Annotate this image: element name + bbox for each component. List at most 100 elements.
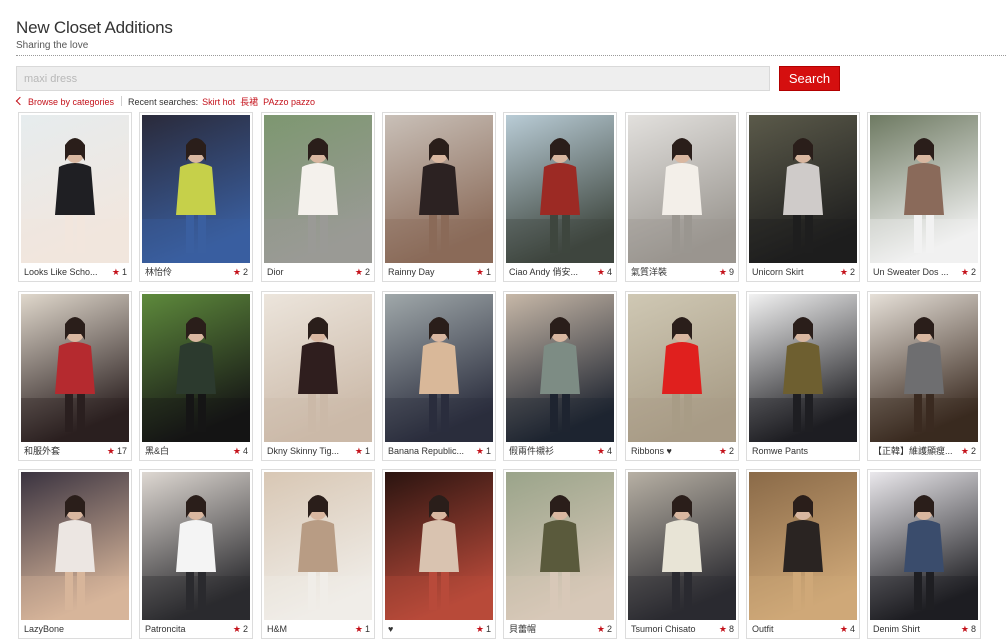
closet-item-card[interactable]: Dkny Skinny Tig... ★ 1 — [261, 291, 375, 461]
item-title[interactable]: 和服外套 — [24, 444, 104, 458]
item-star-count[interactable]: ★ 2 — [840, 265, 855, 279]
item-photo[interactable] — [142, 294, 250, 442]
item-star-count[interactable]: ★ 8 — [961, 622, 976, 636]
item-star-count[interactable]: ★ 17 — [107, 444, 127, 458]
item-title[interactable]: 氣質洋裝 — [631, 265, 711, 279]
item-star-count[interactable]: ★ 9 — [719, 265, 734, 279]
item-star-count[interactable]: ★ 1 — [476, 444, 491, 458]
item-title[interactable]: Un Sweater Dos ... — [873, 265, 953, 279]
item-star-count[interactable]: ★ 4 — [597, 265, 612, 279]
item-title[interactable]: 【正韓】維護顯瘦... — [873, 444, 953, 458]
item-star-count[interactable]: ★ 1 — [476, 265, 491, 279]
item-star-count[interactable]: ★ 2 — [597, 622, 612, 636]
closet-item-card[interactable]: Looks Like Scho... ★ 1 — [18, 112, 132, 282]
recent-search-link[interactable]: PAzzo pazzo — [263, 97, 315, 107]
item-photo[interactable] — [21, 115, 129, 263]
item-title[interactable]: Denim Shirt — [873, 622, 953, 636]
closet-item-card[interactable]: Banana Republic... ★ 1 — [382, 291, 496, 461]
item-photo[interactable] — [385, 294, 493, 442]
recent-search-link[interactable]: Skirt hot — [202, 97, 235, 107]
closet-item-card[interactable]: Unicorn Skirt ★ 2 — [746, 112, 860, 282]
item-photo[interactable] — [628, 115, 736, 263]
closet-item-card[interactable]: Tsumori Chisato ★ 8 — [625, 469, 739, 639]
item-title[interactable]: Ciao Andy 俏安... — [509, 265, 589, 279]
item-photo[interactable] — [385, 115, 493, 263]
item-title[interactable]: Romwe Pants — [752, 444, 832, 458]
item-star-count[interactable]: ★ 2 — [233, 265, 248, 279]
item-title[interactable]: 黑&白 — [145, 444, 225, 458]
closet-item-card[interactable]: Ciao Andy 俏安... ★ 4 — [503, 112, 617, 282]
item-title[interactable]: Banana Republic... — [388, 444, 468, 458]
closet-item-card[interactable]: Patroncita ★ 2 — [139, 469, 253, 639]
item-star-count[interactable]: ★ 4 — [233, 444, 248, 458]
item-photo[interactable] — [870, 294, 978, 442]
closet-item-card[interactable]: Rainny Day ★ 1 — [382, 112, 496, 282]
item-photo[interactable] — [264, 115, 372, 263]
item-photo[interactable] — [142, 115, 250, 263]
item-title[interactable]: Rainny Day — [388, 265, 468, 279]
closet-item-card[interactable]: Ribbons ♥ ★ 2 — [625, 291, 739, 461]
item-star-count[interactable]: ★ 2 — [961, 265, 976, 279]
closet-item-card[interactable]: Romwe Pants — [746, 291, 860, 461]
item-photo[interactable] — [385, 472, 493, 620]
item-title[interactable]: Patroncita — [145, 622, 225, 636]
item-title[interactable]: 假兩件襯衫 — [509, 444, 589, 458]
item-photo[interactable] — [506, 115, 614, 263]
item-title[interactable]: Outfit — [752, 622, 832, 636]
closet-item-card[interactable]: Denim Shirt ★ 8 — [867, 469, 981, 639]
item-photo[interactable] — [21, 472, 129, 620]
closet-item-card[interactable]: Outfit ★ 4 — [746, 469, 860, 639]
item-title[interactable]: 貝蕾帽 — [509, 622, 589, 636]
item-star-count[interactable]: ★ 4 — [840, 622, 855, 636]
item-photo[interactable] — [506, 472, 614, 620]
closet-item-card[interactable]: 貝蕾帽 ★ 2 — [503, 469, 617, 639]
item-star-count[interactable]: ★ 1 — [476, 622, 491, 636]
item-title[interactable]: ♥ — [388, 622, 468, 636]
closet-item-card[interactable]: 黑&白 ★ 4 — [139, 291, 253, 461]
search-input[interactable] — [16, 66, 770, 91]
closet-item-card[interactable]: Un Sweater Dos ... ★ 2 — [867, 112, 981, 282]
closet-item-card[interactable]: 假兩件襯衫 ★ 4 — [503, 291, 617, 461]
item-photo[interactable] — [870, 472, 978, 620]
item-photo[interactable] — [264, 472, 372, 620]
closet-item-card[interactable]: 林怡伶 ★ 2 — [139, 112, 253, 282]
browse-categories-link[interactable]: Browse by categories — [28, 97, 114, 107]
item-photo[interactable] — [870, 115, 978, 263]
item-photo[interactable] — [749, 115, 857, 263]
item-title[interactable]: H&M — [267, 622, 347, 636]
closet-item-card[interactable]: H&M ★ 1 — [261, 469, 375, 639]
closet-item-card[interactable]: 氣質洋裝 ★ 9 — [625, 112, 739, 282]
item-star-count[interactable]: ★ 2 — [719, 444, 734, 458]
recent-search-link[interactable]: 長裙 — [240, 97, 258, 107]
item-star-count[interactable]: ★ 2 — [233, 622, 248, 636]
item-title[interactable]: Ribbons ♥ — [631, 444, 711, 458]
item-star-count[interactable]: ★ 1 — [355, 444, 370, 458]
item-photo[interactable] — [264, 294, 372, 442]
item-star-count[interactable]: ★ 2 — [961, 444, 976, 458]
item-photo[interactable] — [142, 472, 250, 620]
item-title[interactable]: Unicorn Skirt — [752, 265, 832, 279]
item-title[interactable]: 林怡伶 — [145, 265, 225, 279]
closet-item-card[interactable]: LazyBone — [18, 469, 132, 639]
item-title[interactable]: Tsumori Chisato — [631, 622, 711, 636]
item-star-count[interactable]: ★ 8 — [719, 622, 734, 636]
item-title[interactable]: Dkny Skinny Tig... — [267, 444, 347, 458]
search-button[interactable]: Search — [779, 66, 840, 91]
item-title[interactable]: Dior — [267, 265, 347, 279]
item-title[interactable]: LazyBone — [24, 622, 104, 636]
item-star-count[interactable]: ★ 1 — [112, 265, 127, 279]
item-star-count[interactable]: ★ 1 — [355, 622, 370, 636]
closet-item-card[interactable]: Dior ★ 2 — [261, 112, 375, 282]
item-title[interactable]: Looks Like Scho... — [24, 265, 104, 279]
closet-item-card[interactable]: ♥ ★ 1 — [382, 469, 496, 639]
item-photo[interactable] — [749, 294, 857, 442]
item-photo[interactable] — [628, 294, 736, 442]
item-photo[interactable] — [628, 472, 736, 620]
item-star-count[interactable]: ★ 4 — [597, 444, 612, 458]
item-photo[interactable] — [749, 472, 857, 620]
item-photo[interactable] — [506, 294, 614, 442]
closet-item-card[interactable]: 和服外套 ★ 17 — [18, 291, 132, 461]
item-photo[interactable] — [21, 294, 129, 442]
closet-item-card[interactable]: 【正韓】維護顯瘦... ★ 2 — [867, 291, 981, 461]
item-star-count[interactable]: ★ 2 — [355, 265, 370, 279]
